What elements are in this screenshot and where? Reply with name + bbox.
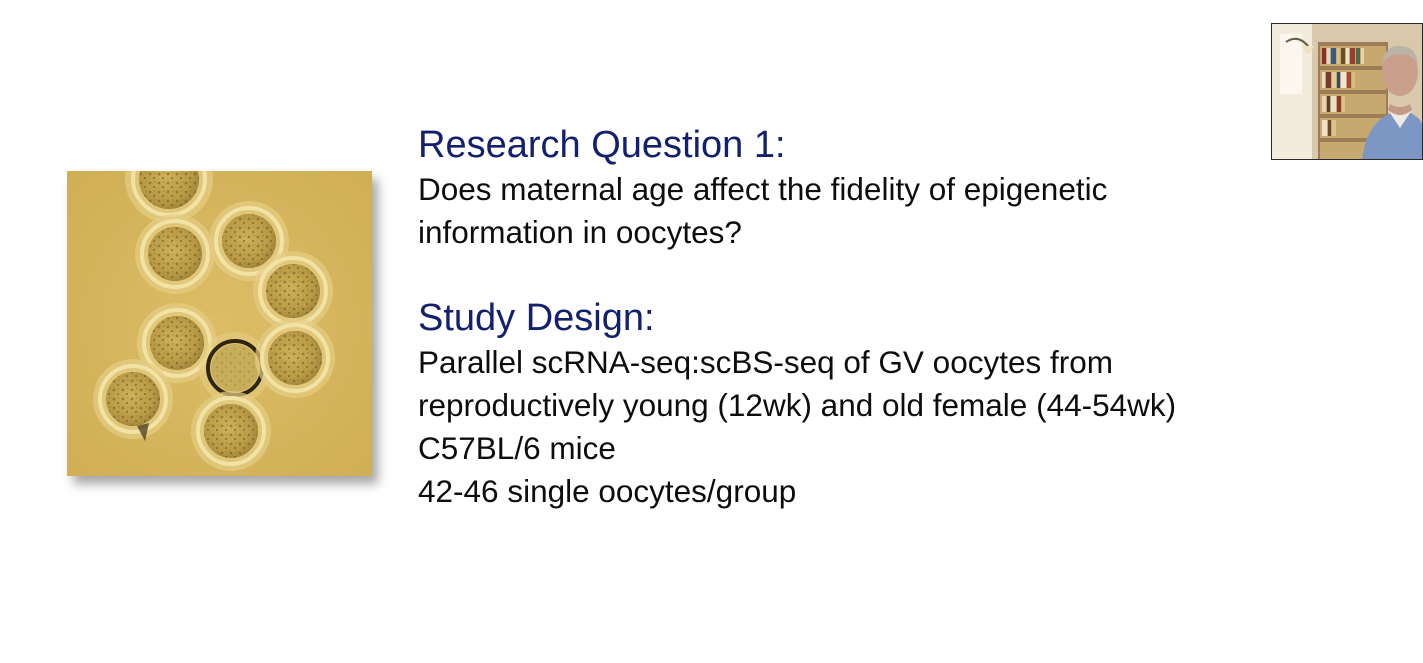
study-design-line-4: 42-46 single oocytes/group — [418, 473, 797, 509]
research-question-line-2: information in oocytes? — [418, 214, 742, 250]
oocyte-micrograph-image — [67, 171, 372, 476]
study-design-heading: Study Design: — [418, 297, 655, 339]
slide-text-content: Research Question 1: Does maternal age a… — [418, 122, 1318, 513]
research-question-heading: Research Question 1: — [418, 124, 786, 166]
research-question-line-1: Does maternal age affect the fidelity of… — [418, 171, 1108, 207]
study-design-line-1: Parallel scRNA-seq:scBS-seq of GV oocyte… — [418, 344, 1113, 380]
presentation-slide: Research Question 1: Does maternal age a… — [0, 0, 1423, 663]
presenter-video-graphic — [1272, 24, 1422, 159]
study-design-line-2: reproductively young (12wk) and old fema… — [418, 387, 1177, 423]
study-design-line-3: C57BL/6 mice — [418, 430, 616, 466]
oocyte-micrograph-graphic — [67, 171, 372, 476]
presenter-video-thumbnail[interactable] — [1271, 23, 1423, 160]
